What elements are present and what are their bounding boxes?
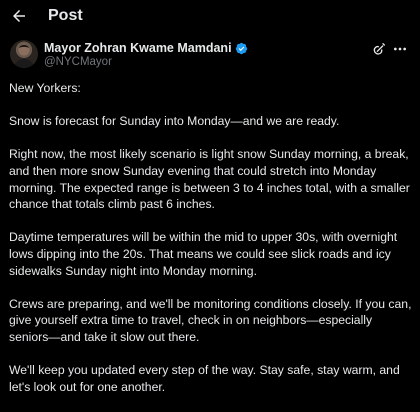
- more-horizontal-icon[interactable]: [392, 41, 408, 57]
- post-paragraph: New Yorkers:: [9, 81, 81, 95]
- post-paragraph: We'll keep you updated every step of the…: [9, 363, 400, 394]
- page-title: Post: [48, 7, 83, 24]
- author-name[interactable]: Mayor Zohran Kwame Mamdani: [44, 41, 232, 55]
- grok-icon[interactable]: [371, 41, 387, 57]
- post-paragraph: Right now, the most likely scenario is l…: [9, 147, 410, 212]
- author-handle[interactable]: @NYCMayor: [44, 56, 112, 68]
- author-name-row[interactable]: Mayor Zohran Kwame Mamdani: [44, 40, 248, 56]
- post-body: New Yorkers: Snow is forecast for Sunday…: [9, 80, 413, 412]
- arrow-left-icon[interactable]: [9, 6, 29, 26]
- post-paragraph: Snow is forecast for Sunday into Monday—…: [9, 114, 340, 129]
- verified-badge-icon: [235, 42, 248, 55]
- avatar[interactable]: [10, 40, 38, 68]
- post-paragraph: Crews are preparing, and we'll be monito…: [9, 296, 412, 344]
- post-paragraph: Daytime temperatures will be within the …: [9, 230, 398, 278]
- top-bar: Post: [0, 0, 420, 32]
